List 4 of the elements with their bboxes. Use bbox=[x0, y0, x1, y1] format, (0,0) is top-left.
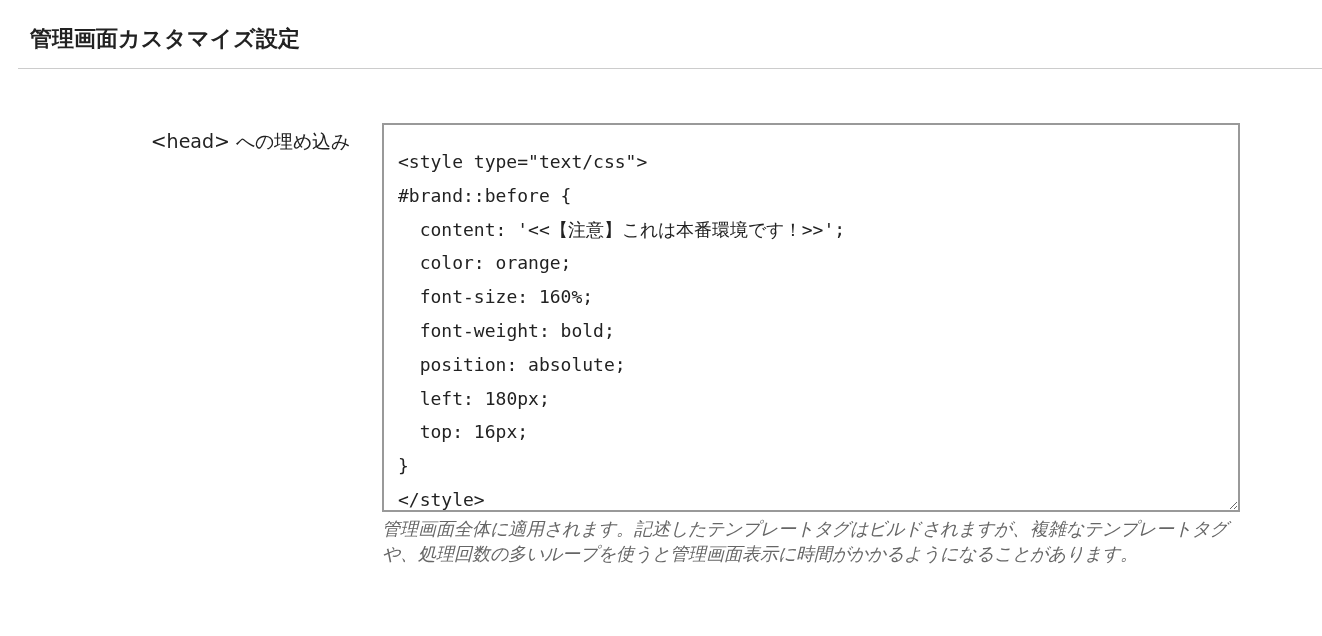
help-text: 管理画面全体に適用されます。記述したテンプレートタグはビルドされますが、複雑なテンプレートタグや、処理回数の多いループを使うと管理画面表示に時間がかかるようになることがあります。 bbox=[382, 516, 1232, 566]
code-input-field[interactable]: <style type="text/css"> #brand::before { content: '<<【注意】これは本番環境です！>>'; color: orange; font-size: 160%; font-weight: bold; position: absolute; left: 180px; top: 16px; } </style> bbox=[382, 123, 1240, 512]
section-title: 管理画面カスタマイズ設定 bbox=[30, 25, 300, 53]
field-label: <head> への埋め込み bbox=[149, 129, 350, 154]
